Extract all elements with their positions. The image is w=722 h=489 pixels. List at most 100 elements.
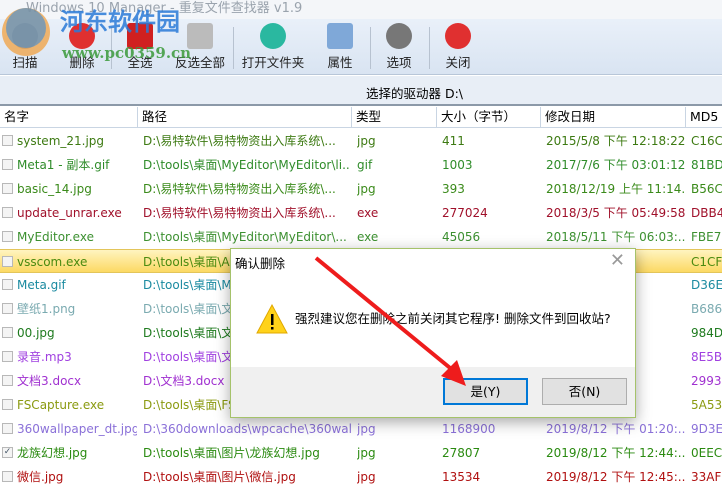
row-checkbox[interactable] <box>2 231 13 242</box>
cell-type: jpg <box>357 182 376 196</box>
cell-name: 微信.jpg <box>17 470 64 484</box>
title-bar: Windows 10 Manager - 重复文件查找器 v1.9 <box>0 0 722 19</box>
row-checkbox[interactable] <box>2 303 13 314</box>
column-header[interactable]: 路径 <box>138 107 352 128</box>
cell-size: 45056 <box>442 230 481 244</box>
toolbar-button-7[interactable]: 关闭 <box>434 21 482 73</box>
cell-type: jpg <box>357 470 376 484</box>
row-checkbox[interactable] <box>2 183 13 194</box>
table-row[interactable]: system_21.jpg D:\易特软件\易特物资出入库系统\... jpg 411… <box>0 129 722 153</box>
cell-name: FSCapture.exe <box>17 398 105 412</box>
cell-type: exe <box>357 206 379 220</box>
delete-icon <box>69 23 95 49</box>
toolbar-button-5[interactable]: 属性 <box>318 21 362 73</box>
cell-type: jpg <box>357 422 376 436</box>
toolbar-separator <box>111 27 112 69</box>
row-checkbox[interactable] <box>2 327 13 338</box>
cell-name: 文档3.docx <box>17 374 82 388</box>
row-checkbox[interactable] <box>2 375 13 386</box>
column-header[interactable]: 类型 <box>352 107 437 128</box>
cell-name: Meta.gif <box>17 278 66 292</box>
cell-md5: B56C <box>691 182 722 196</box>
toolbar-button-2[interactable]: 全选 <box>116 21 164 73</box>
row-checkbox[interactable] <box>2 351 13 362</box>
column-header[interactable]: 大小（字节） <box>437 107 541 128</box>
column-header[interactable]: 名字 <box>0 107 138 128</box>
toolbar-button-0[interactable]: 扫描 <box>2 21 48 73</box>
cell-md5: 81BD <box>691 158 722 172</box>
table-row[interactable]: ✓ 龙族幻想.jpg D:\tools\桌面\图片\龙族幻想.jpg jpg 27807… <box>0 441 722 465</box>
cell-md5: 5A53 <box>691 398 722 412</box>
row-checkbox[interactable] <box>2 423 13 434</box>
toolbar-button-4[interactable]: 打开文件夹 <box>237 21 309 73</box>
column-header[interactable]: 修改日期 <box>541 107 686 128</box>
table-row[interactable]: basic_14.jpg D:\易特软件\易特物资出入库系统\... jpg 393 2… <box>0 177 722 201</box>
cell-md5: FBE7B <box>691 230 722 244</box>
row-checkbox[interactable]: ✓ <box>2 447 13 458</box>
cell-md5: D36E <box>691 278 722 292</box>
toolbar-button-label: 选项 <box>386 55 412 70</box>
row-checkbox[interactable] <box>2 159 13 170</box>
cell-name: 360wallpaper_dt.jpg <box>17 422 137 436</box>
table-header: 名字 路径 类型 大小（字节） 修改日期 MD5 <box>0 107 722 128</box>
cell-path: D:\易特软件\易特物资出入库系统\... <box>143 182 336 196</box>
cell-name: 壁纸1.png <box>17 302 76 316</box>
cell-date: 2018/3/5 下午 05:49:58 <box>546 206 685 220</box>
row-checkbox[interactable] <box>2 279 13 290</box>
cell-name: vsscom.exe <box>17 255 88 269</box>
cell-date: 2019/8/12 下午 01:20:... <box>546 422 685 436</box>
cell-name: 00.jpg <box>17 326 55 340</box>
column-header[interactable]: MD5 <box>686 107 722 128</box>
toolbar-button-label: 反选全部 <box>174 55 225 70</box>
gear-icon <box>386 23 412 49</box>
cell-md5: 0EECD <box>691 446 722 460</box>
toolbar-button-label: 打开文件夹 <box>241 55 305 70</box>
cell-date: 2018/12/19 上午 11:14... <box>546 182 685 196</box>
cell-md5: C1CF <box>691 255 722 269</box>
row-checkbox[interactable] <box>2 471 13 482</box>
cell-size: 27807 <box>442 446 481 460</box>
no-button[interactable]: 否(N) <box>542 378 627 405</box>
selected-drive-label: 选择的驱动器 D:\ <box>366 86 464 101</box>
row-checkbox[interactable] <box>2 135 13 146</box>
select-all-icon <box>127 23 153 49</box>
cell-size: 13534 <box>442 470 481 484</box>
row-checkbox[interactable] <box>2 207 13 218</box>
row-checkbox[interactable] <box>2 399 13 410</box>
toolbar-button-3[interactable]: 反选全部 <box>164 21 236 73</box>
cell-name: 龙族幻想.jpg <box>17 446 88 460</box>
toolbar: 扫描 删除 全选 反选全部 打开文件夹 属性 选项 关闭 <box>0 19 722 75</box>
toolbar-separator <box>233 27 234 69</box>
dialog-message: 强烈建议您在删除之前关闭其它程序! 删除文件到回收站? <box>295 311 611 326</box>
cell-date: 2019/8/12 下午 12:45:... <box>546 470 685 484</box>
cell-path: D:\tools\桌面\图片\微信.jpg <box>143 470 296 484</box>
yes-button[interactable]: 是(Y) <box>443 378 528 405</box>
cell-date: 2015/5/8 下午 12:18:22 <box>546 134 685 148</box>
table-row[interactable]: Meta1 - 副本.gif D:\tools\桌面\MyEditor\MyEdi… <box>0 153 722 177</box>
toolbar-button-label: 扫描 <box>12 55 38 70</box>
cell-md5: C16C <box>691 134 722 148</box>
table-row[interactable]: 微信.jpg D:\tools\桌面\图片\微信.jpg jpg 13534 2019/… <box>0 465 722 489</box>
toolbar-button-label: 删除 <box>69 55 95 70</box>
toolbar-button-6[interactable]: 选项 <box>375 21 423 73</box>
toolbar-button-label: 全选 <box>127 55 153 70</box>
cell-md5: 33AF <box>691 470 722 484</box>
invert-selection-icon <box>187 23 213 49</box>
row-checkbox[interactable] <box>2 256 13 267</box>
cell-md5: 9D3E <box>691 422 722 436</box>
table-row[interactable]: update_unrar.exe D:\易特软件\易特物资出入库系统\... exe… <box>0 201 722 225</box>
table-row[interactable]: MyEditor.exe D:\tools\桌面\MyEditor\MyEdito… <box>0 225 722 249</box>
cell-size: 411 <box>442 134 465 148</box>
cell-date: 2017/7/6 下午 03:01:12 <box>546 158 685 172</box>
warning-icon <box>256 304 288 334</box>
cell-type: exe <box>357 230 379 244</box>
drive-bar: 选择的驱动器 D:\ <box>0 76 722 106</box>
cell-md5: 2993 <box>691 374 722 388</box>
close-icon <box>445 23 471 49</box>
toolbar-button-1[interactable]: 删除 <box>58 21 106 73</box>
dialog-close-button[interactable]: ✕ <box>610 250 625 271</box>
properties-icon <box>327 23 353 49</box>
toolbar-button-label: 关闭 <box>445 55 471 70</box>
table-row[interactable]: 360wallpaper_dt.jpg D:\360downloads\wpcac… <box>0 417 722 441</box>
cell-size: 1168900 <box>442 422 496 436</box>
